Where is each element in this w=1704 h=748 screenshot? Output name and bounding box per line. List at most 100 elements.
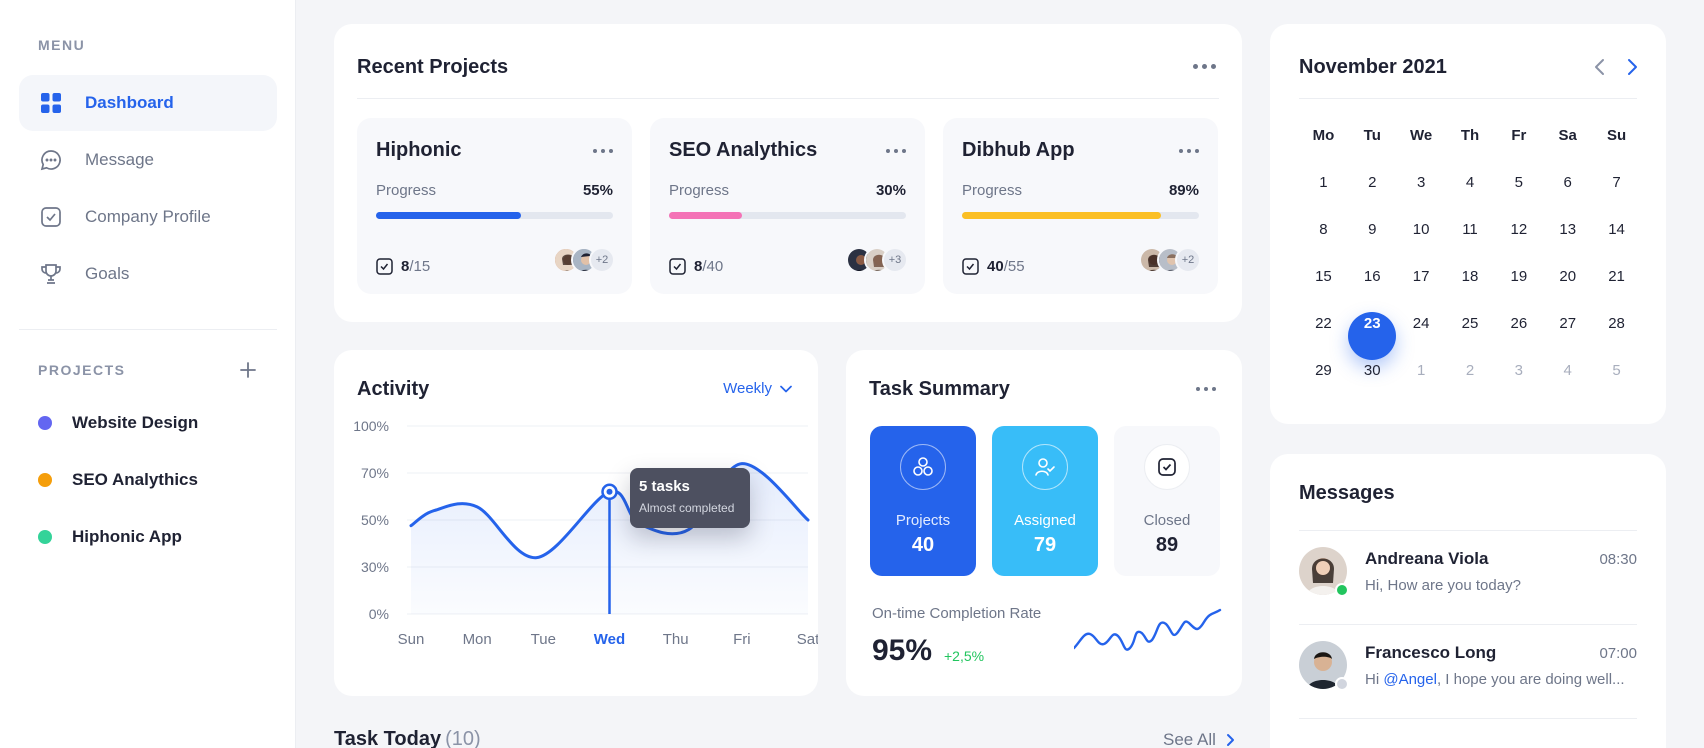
message-mention[interactable]: @Angel [1383, 671, 1437, 688]
avatar-overflow-count: +3 [882, 247, 908, 273]
calendar-day-number: 12 [1510, 221, 1528, 238]
divider [357, 98, 1219, 99]
calendar-day[interactable]: 6 [1543, 171, 1592, 218]
projects-section-title: PROJECTS [38, 362, 126, 378]
offline-status-dot [1335, 677, 1349, 691]
calendar-day[interactable]: 4 [1446, 171, 1495, 218]
calendar-day[interactable]: 15 [1299, 265, 1348, 312]
x-tick-label: Sat [797, 631, 818, 648]
calendar-day-number: 7 [1612, 174, 1621, 191]
user-check-icon [1022, 444, 1068, 490]
member-avatars[interactable]: +2 [1139, 247, 1201, 273]
calendar-day[interactable]: 11 [1446, 218, 1495, 265]
calendar-day[interactable]: 24 [1397, 312, 1446, 359]
calendar-day[interactable]: 18 [1446, 265, 1495, 312]
calendar-day[interactable]: 28 [1592, 312, 1641, 359]
project-more-button[interactable] [1179, 149, 1199, 153]
message-sender: Andreana Viola [1365, 549, 1489, 568]
project-card-hiphonic[interactable]: Hiphonic Progress 55% 8 /15 +2 [357, 118, 632, 294]
see-all-link[interactable]: See All [1163, 730, 1235, 748]
chat-icon [39, 148, 63, 172]
progress-label: Progress [669, 182, 730, 199]
project-label: SEO Analythics [72, 470, 198, 489]
calendar-day[interactable]: 20 [1543, 265, 1592, 312]
calendar-day[interactable]: 27 [1543, 312, 1592, 359]
sidebar-item-goals[interactable]: Goals [19, 246, 277, 302]
calendar-day[interactable]: 29 [1299, 359, 1348, 406]
progress-value: 89% [1168, 182, 1199, 199]
calendar-day-number: 22 [1315, 315, 1332, 332]
calendar-day[interactable]: 2 [1446, 359, 1495, 406]
sidebar-project-hiphonic-app[interactable]: Hiphonic App [38, 527, 182, 547]
tasks-total: /15 [409, 258, 431, 275]
calendar-day-number: 4 [1465, 174, 1475, 191]
projects-icon [900, 444, 946, 490]
calendar-day[interactable]: 26 [1494, 312, 1543, 359]
task-summary-card: Task Summary Projects 40 Assigned 79 Clo… [846, 350, 1242, 696]
trophy-icon [39, 262, 63, 286]
completion-rate-label: On-time Completion Rate [872, 605, 1042, 622]
project-card-dibhub-app[interactable]: Dibhub App Progress 89% 40 /55 +2 [943, 118, 1218, 294]
member-avatars[interactable]: +3 [846, 247, 908, 273]
calendar-day[interactable]: 16 [1348, 265, 1397, 312]
messages-card: Messages Andreana Viola 08:30 Hi, How ar… [1270, 454, 1666, 748]
stat-closed[interactable]: Closed 89 [1114, 426, 1220, 576]
calendar-day[interactable]: 2 [1348, 171, 1397, 218]
calendar-prev-button[interactable] [1592, 58, 1608, 81]
project-card-seo-analythics[interactable]: SEO Analythics Progress 30% 8 /40 +3 [650, 118, 925, 294]
sidebar-item-label: Company Profile [85, 207, 211, 226]
calendar-day[interactable]: 25 [1446, 312, 1495, 359]
member-avatars[interactable]: +2 [553, 247, 615, 273]
calendar-day[interactable]: 17 [1397, 265, 1446, 312]
calendar-day-number: 16 [1363, 268, 1381, 285]
calendar-day[interactable]: 22 [1299, 312, 1348, 359]
calendar-day-number: 20 [1559, 268, 1577, 285]
add-project-button[interactable] [236, 358, 260, 382]
calendar-day[interactable]: 3 [1397, 171, 1446, 218]
message-item[interactable]: Andreana Viola 08:30 Hi, How are you tod… [1299, 531, 1637, 625]
calendar-day[interactable]: 13 [1543, 218, 1592, 265]
calendar-day[interactable]: 10 [1397, 218, 1446, 265]
calendar-day[interactable]: 3 [1494, 359, 1543, 406]
sidebar-item-dashboard[interactable]: Dashboard [19, 75, 277, 131]
calendar-day[interactable]: 1 [1299, 171, 1348, 218]
recent-projects-more-button[interactable] [1193, 64, 1216, 69]
sidebar-item-company-profile[interactable]: Company Profile [19, 189, 277, 245]
sidebar-project-seo-analythics[interactable]: SEO Analythics [38, 470, 198, 490]
stat-projects[interactable]: Projects 40 [870, 426, 976, 576]
project-more-button[interactable] [886, 149, 906, 153]
calendar-day[interactable]: 30 [1348, 359, 1397, 406]
sidebar-project-website-design[interactable]: Website Design [38, 413, 198, 433]
sidebar-divider [19, 329, 277, 330]
progress-value: 30% [875, 182, 906, 199]
calendar-day-number: 1 [1416, 362, 1426, 379]
calendar-day[interactable]: 5 [1494, 171, 1543, 218]
project-label: Hiphonic App [72, 527, 182, 546]
calendar-day[interactable]: 5 [1592, 359, 1641, 406]
y-tick-label: 100% [353, 418, 389, 434]
project-more-button[interactable] [593, 149, 613, 153]
message-item[interactable]: Francesco Long 07:00 Hi @Angel, I hope y… [1299, 625, 1637, 719]
calendar-day[interactable]: 1 [1397, 359, 1446, 406]
calendar-day[interactable]: 8 [1299, 218, 1348, 265]
calendar-day[interactable]: 21 [1592, 265, 1641, 312]
task-summary-more-button[interactable] [1196, 387, 1216, 391]
recent-projects-card: Recent Projects Hiphonic Progress 55% 8 … [334, 24, 1242, 322]
x-tick-label: Wed [594, 631, 625, 648]
calendar-day[interactable]: 19 [1494, 265, 1543, 312]
calendar-day[interactable]: 7 [1592, 171, 1641, 218]
x-tick-label: Fri [733, 631, 751, 648]
stat-assigned[interactable]: Assigned 79 [992, 426, 1098, 576]
calendar-day[interactable]: 12 [1494, 218, 1543, 265]
task-count: 8 /40 [669, 258, 723, 275]
calendar-day-number: 9 [1368, 221, 1377, 238]
calendar-day[interactable]: 4 [1543, 359, 1592, 406]
completion-sparkline [1074, 608, 1222, 651]
calendar-day-number: 21 [1608, 268, 1625, 285]
project-name: Hiphonic [376, 139, 462, 161]
calendar-day[interactable]: 9 [1348, 218, 1397, 265]
calendar-day[interactable]: 14 [1592, 218, 1641, 265]
calendar-day-selected[interactable]: 23 [1348, 311, 1397, 360]
sidebar-item-message[interactable]: Message [19, 132, 277, 188]
calendar-next-button[interactable] [1624, 58, 1640, 81]
